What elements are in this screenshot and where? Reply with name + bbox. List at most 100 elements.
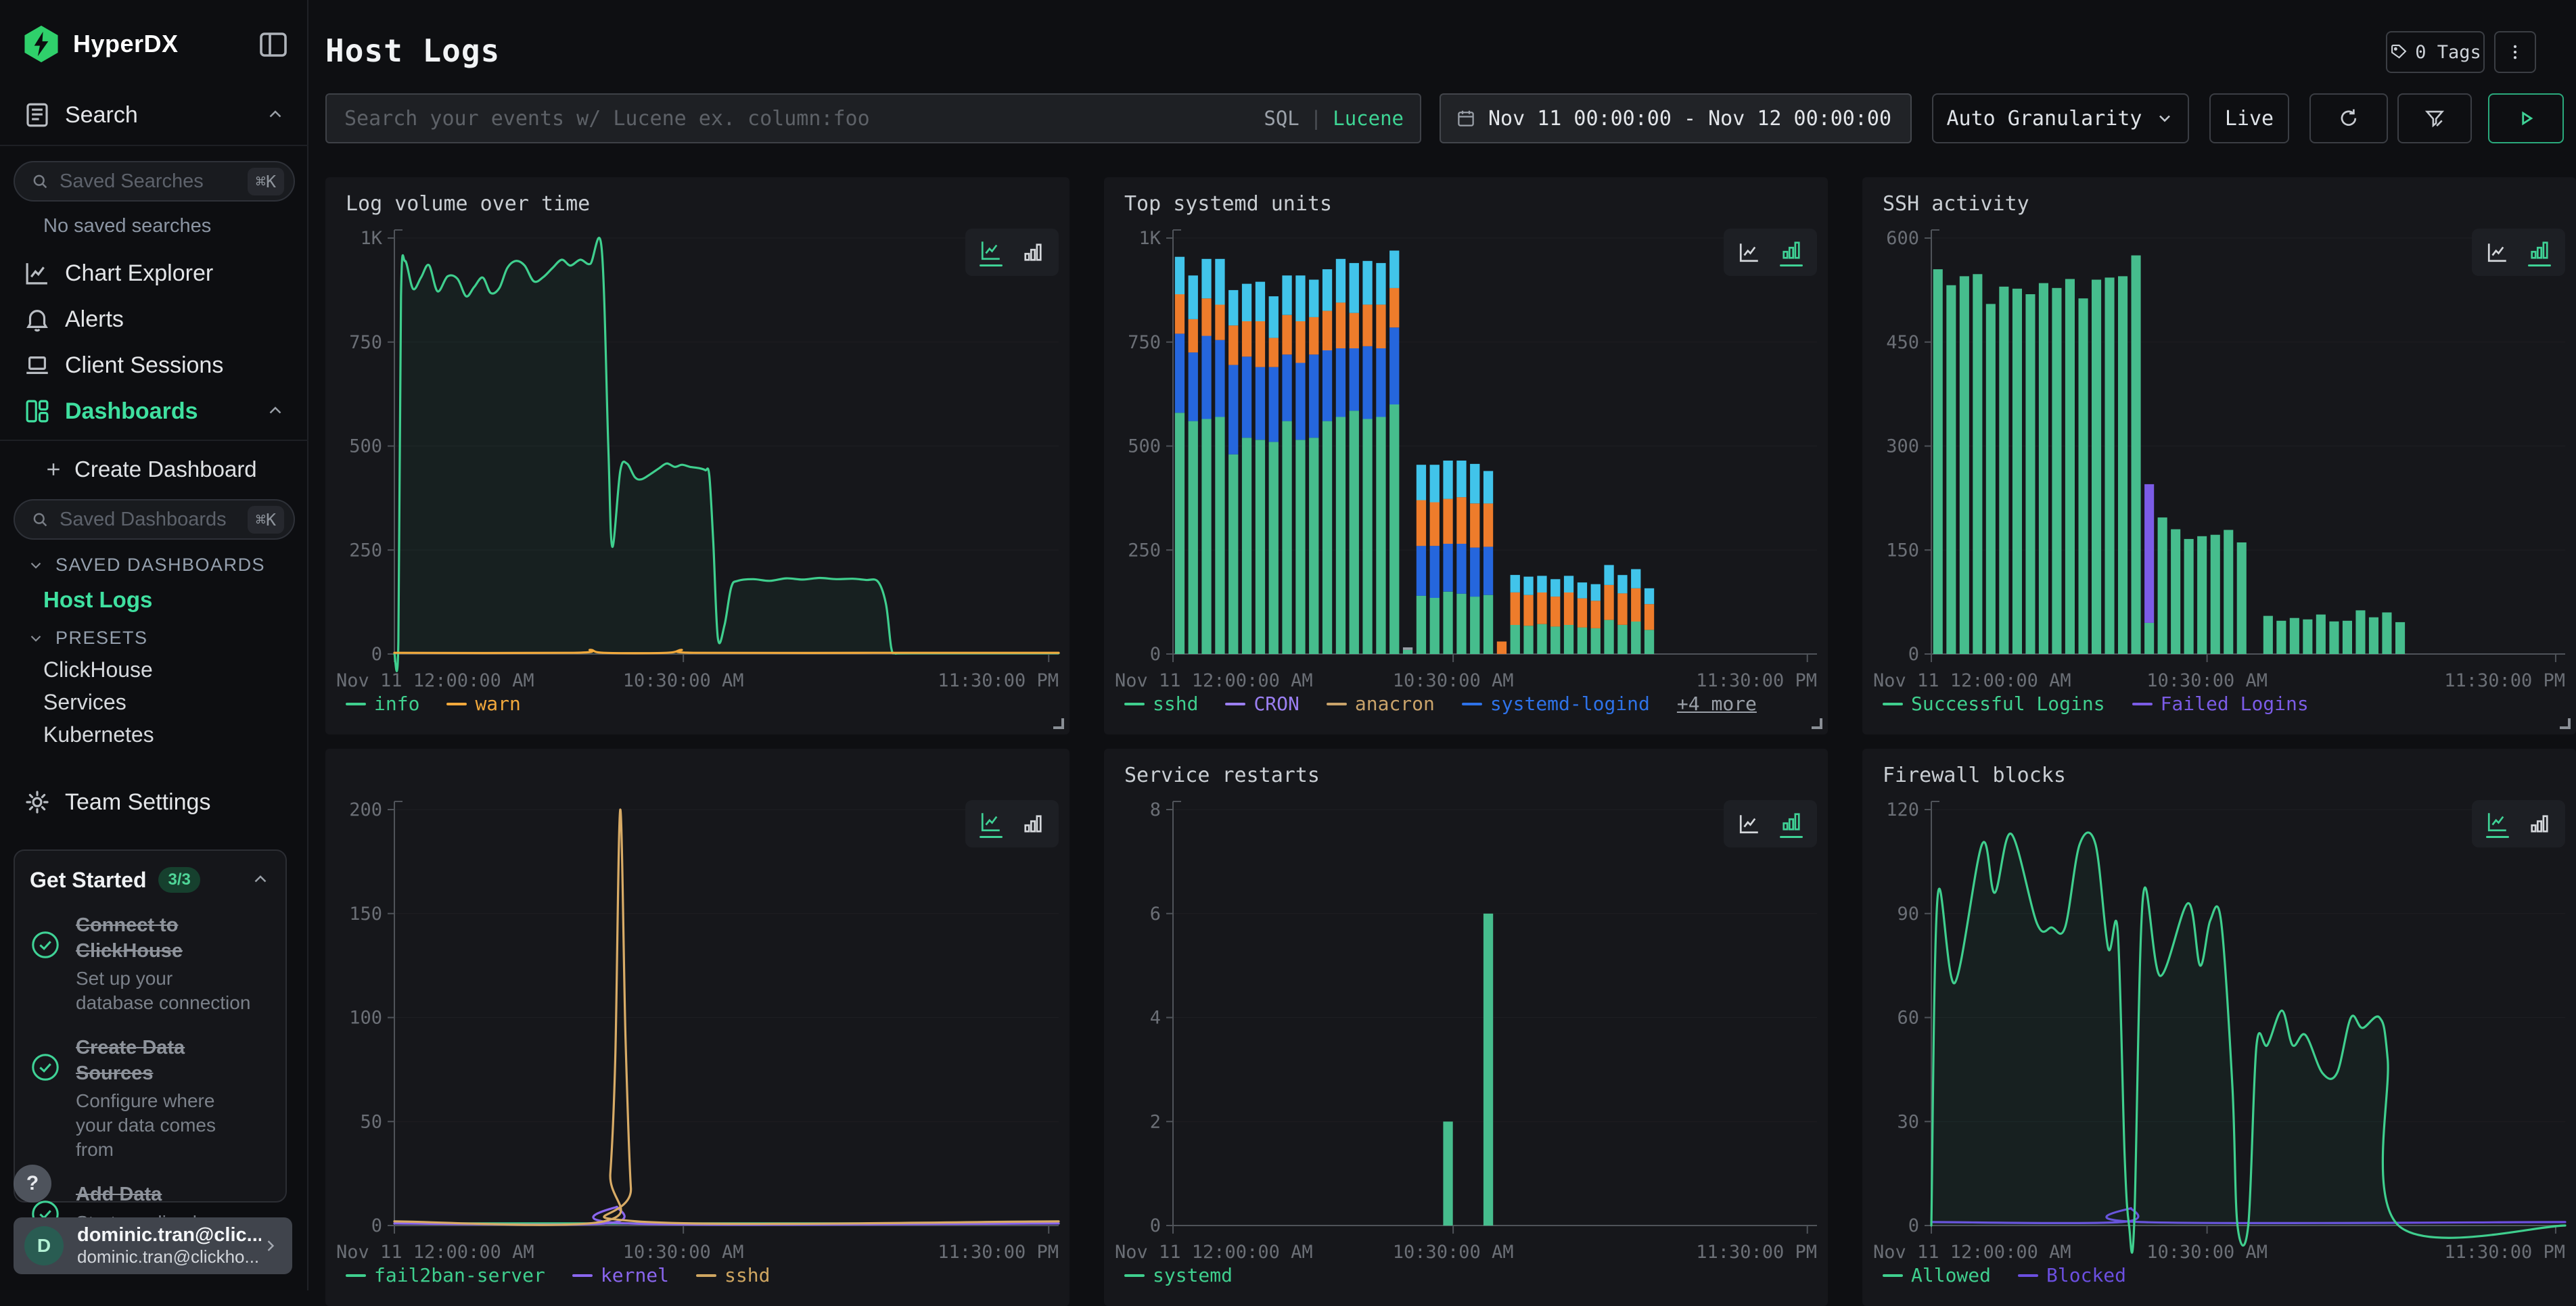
user-account-chip[interactable]: D dominic.tran@clic... dominic.tran@clic… <box>14 1217 292 1274</box>
section-presets[interactable]: PRESETS <box>27 628 148 649</box>
svg-text:0: 0 <box>1150 644 1161 665</box>
divider <box>0 145 308 146</box>
sidebar-item-client-sessions[interactable]: Client Sessions <box>0 346 308 384</box>
legend-label: kernel <box>601 1264 669 1286</box>
legend-label: Successful Logins <box>1911 693 2105 715</box>
sidebar-item-host-logs[interactable]: Host Logs <box>43 587 152 613</box>
sidebar-item-search[interactable]: Search <box>0 96 308 134</box>
laptop-icon <box>23 351 51 379</box>
legend-label: CRON <box>1254 693 1299 715</box>
search-icon <box>30 509 50 530</box>
sidebar-item-dashboards[interactable]: Dashboards <box>0 392 308 430</box>
line-chart-toggle-icon[interactable] <box>979 238 1003 266</box>
chevron-up-icon[interactable] <box>250 870 271 890</box>
chevron-up-icon[interactable] <box>265 401 285 421</box>
chart-type-toolbar <box>965 800 1059 847</box>
chart-legend: Successful Logins Failed Logins <box>1883 693 2309 715</box>
sidebar-item-services[interactable]: Services <box>43 690 127 715</box>
line-chart-toggle-icon[interactable] <box>1737 240 1762 264</box>
panel-menu-button[interactable] <box>2494 31 2536 73</box>
hyperdx-logo-icon <box>20 23 62 65</box>
event-search-bar[interactable]: SQL | Lucene <box>325 93 1421 143</box>
search-input[interactable] <box>327 95 1264 142</box>
run-query-button[interactable] <box>2488 93 2564 143</box>
saved-dashboards-search[interactable]: ⌘K <box>14 499 295 540</box>
chart-canvas: 200150100500Nov 11 12:00:00 AM10:30:00 A… <box>325 749 1070 1306</box>
legend-item[interactable]: fail2ban-server <box>346 1264 545 1286</box>
get-started-step[interactable]: Connect to ClickHouse Set up your databa… <box>30 913 271 1015</box>
get-started-step[interactable]: Create Data Sources Configure where your… <box>30 1035 271 1162</box>
svg-text:Nov 11 12:00:00 AM: Nov 11 12:00:00 AM <box>1115 670 1313 691</box>
section-saved-dashboards[interactable]: SAVED DASHBOARDS <box>27 555 265 576</box>
svg-text:250: 250 <box>349 540 382 561</box>
svg-text:100: 100 <box>349 1008 382 1029</box>
bar-chart-toggle-icon[interactable] <box>1779 810 1803 838</box>
line-chart-toggle-icon[interactable] <box>2485 810 2510 838</box>
legend-swatch <box>346 703 366 705</box>
legend-item[interactable]: kernel <box>572 1264 669 1286</box>
avatar: D <box>24 1226 64 1265</box>
legend-swatch <box>1883 1274 1903 1277</box>
svg-text:10:30:00 AM: 10:30:00 AM <box>2146 670 2268 691</box>
legend-swatch <box>1225 703 1245 705</box>
step-title: Connect to ClickHouse <box>76 913 245 964</box>
legend-label: Allowed <box>1911 1264 1991 1286</box>
legend-item[interactable]: sshd <box>696 1264 770 1286</box>
panel-resize-handle[interactable] <box>1053 718 1064 729</box>
svg-text:450: 450 <box>1886 332 1919 353</box>
svg-text:750: 750 <box>1128 332 1161 353</box>
line-chart-toggle-icon[interactable] <box>979 810 1003 838</box>
lucene-toggle[interactable]: Lucene <box>1333 107 1404 130</box>
sidebar-item-clickhouse[interactable]: ClickHouse <box>43 657 153 682</box>
chevron-up-icon[interactable] <box>265 105 285 125</box>
granularity-select[interactable]: Auto Granularity <box>1932 93 2189 143</box>
saved-searches-input[interactable] <box>60 170 248 193</box>
saved-searches-search[interactable]: ⌘K <box>14 161 295 202</box>
svg-text:0: 0 <box>1908 1215 1919 1236</box>
bar-chart-toggle-icon[interactable] <box>1779 238 1803 266</box>
create-dashboard-button[interactable]: Create Dashboard <box>0 450 308 488</box>
saved-dashboards-input[interactable] <box>60 509 248 531</box>
panel-auth-log-sources: 200150100500Nov 11 12:00:00 AM10:30:00 A… <box>325 749 1070 1306</box>
sidebar-item-chart-explorer[interactable]: Chart Explorer <box>0 254 308 292</box>
panel-resize-handle[interactable] <box>2560 718 2571 729</box>
refresh-button[interactable] <box>2309 93 2388 143</box>
sidebar-item-team-settings[interactable]: Team Settings <box>0 783 308 821</box>
date-range-picker[interactable]: Nov 11 00:00:00 - Nov 12 00:00:00 <box>1440 93 1912 143</box>
help-button[interactable]: ? <box>14 1165 51 1203</box>
date-range-value: Nov 11 00:00:00 - Nov 12 00:00:00 <box>1488 107 1891 131</box>
legend-item[interactable]: sshd <box>1124 693 1198 715</box>
legend-item[interactable]: systemd <box>1124 1264 1233 1286</box>
page-title: Host Logs <box>325 32 500 69</box>
filter-button[interactable] <box>2397 93 2472 143</box>
legend-item[interactable]: systemd-logind <box>1462 693 1650 715</box>
kebab-menu-icon <box>2505 42 2525 62</box>
legend-item[interactable]: anacron <box>1327 693 1435 715</box>
sidebar-item-alerts[interactable]: Alerts <box>0 300 308 338</box>
bar-chart-toggle-icon[interactable] <box>2527 812 2552 836</box>
legend-item[interactable]: warn <box>446 693 520 715</box>
legend-item[interactable]: Allowed <box>1883 1264 1991 1286</box>
legend-item[interactable]: Blocked <box>2018 1264 2126 1286</box>
tags-button[interactable]: 0 Tags <box>2386 31 2485 73</box>
svg-text:11:30:00 PM: 11:30:00 PM <box>938 1242 1059 1263</box>
bar-chart-toggle-icon[interactable] <box>2527 238 2552 266</box>
bar-chart-toggle-icon[interactable] <box>1021 240 1045 264</box>
legend-swatch <box>2132 703 2153 705</box>
calendar-icon <box>1456 108 1476 129</box>
panel-firewall-blocks: Firewall blocks 1209060300Nov 11 12:00:0… <box>1862 749 2576 1306</box>
line-chart-toggle-icon[interactable] <box>1737 812 1762 836</box>
legend-item[interactable]: Successful Logins <box>1883 693 2105 715</box>
sidebar-item-kubernetes[interactable]: Kubernetes <box>43 722 154 747</box>
live-button[interactable]: Live <box>2209 93 2289 143</box>
legend-item[interactable]: Failed Logins <box>2132 693 2309 715</box>
line-chart-toggle-icon[interactable] <box>2485 240 2510 264</box>
panel-resize-handle[interactable] <box>1812 718 1822 729</box>
sql-toggle[interactable]: SQL <box>1264 107 1299 130</box>
legend-item[interactable]: +4 more <box>1677 693 1757 715</box>
bar-chart-toggle-icon[interactable] <box>1021 812 1045 836</box>
legend-item[interactable]: info <box>346 693 419 715</box>
sidebar-collapse-icon[interactable] <box>257 28 290 61</box>
svg-text:10:30:00 AM: 10:30:00 AM <box>1393 1242 1514 1263</box>
legend-item[interactable]: CRON <box>1225 693 1299 715</box>
